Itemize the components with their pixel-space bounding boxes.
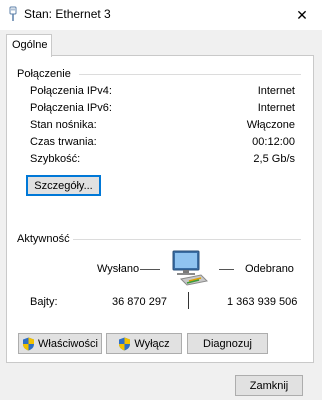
properties-button-label: Właściwości bbox=[38, 337, 98, 350]
close-button-label: Zamknij bbox=[249, 379, 289, 392]
network-cable-icon bbox=[9, 6, 17, 21]
activity-group-title: Aktywność bbox=[17, 233, 70, 245]
tab-strip: Ogólne bbox=[0, 30, 322, 57]
bytes-label: Bajty: bbox=[30, 296, 58, 308]
properties-button[interactable]: Właściwości bbox=[18, 333, 102, 354]
media-state-value: Włączone bbox=[246, 119, 295, 131]
tab-general[interactable]: Ogólne bbox=[6, 34, 52, 57]
activity-group-line bbox=[73, 239, 301, 240]
status-window: Stan: Ethernet 3 ✕ Ogólne Połączenie Poł… bbox=[0, 0, 322, 400]
tab-general-label: Ogólne bbox=[12, 39, 48, 51]
tab-panel: Połączenie Połączenia IPv4: Internet Poł… bbox=[6, 55, 314, 363]
connection-group-title: Połączenie bbox=[17, 68, 71, 80]
sent-label: Wysłano bbox=[97, 263, 140, 275]
speed-value: 2,5 Gb/s bbox=[253, 153, 295, 165]
received-label: Odebrano bbox=[245, 263, 294, 275]
close-icon: ✕ bbox=[296, 6, 308, 23]
title-bar: Stan: Ethernet 3 ✕ bbox=[0, 0, 322, 30]
disable-button-label: Wyłącz bbox=[134, 337, 170, 350]
details-button[interactable]: Szczegóły... bbox=[26, 175, 101, 196]
sent-line bbox=[140, 269, 160, 270]
duration-label: Czas trwania: bbox=[30, 136, 97, 148]
received-line bbox=[219, 269, 234, 270]
close-window-button[interactable]: ✕ bbox=[282, 0, 322, 30]
network-activity-icon bbox=[172, 250, 209, 286]
media-state-label: Stan nośnika: bbox=[30, 119, 97, 131]
uac-shield-icon bbox=[119, 337, 131, 350]
disable-button[interactable]: Wyłącz bbox=[106, 333, 182, 354]
close-button[interactable]: Zamknij bbox=[235, 375, 303, 396]
details-button-label: Szczegóły... bbox=[34, 179, 93, 192]
activity-divider bbox=[188, 292, 189, 309]
ipv4-value: Internet bbox=[257, 85, 295, 97]
bytes-received-value: 1 363 939 506 bbox=[227, 296, 298, 308]
ipv4-label: Połączenia IPv4: bbox=[30, 85, 112, 97]
bytes-sent-value: 36 870 297 bbox=[112, 296, 168, 308]
uac-shield-icon bbox=[23, 337, 35, 350]
diagnose-button-label: Diagnozuj bbox=[203, 337, 252, 350]
speed-label: Szybkość: bbox=[30, 153, 81, 165]
window-title: Stan: Ethernet 3 bbox=[24, 7, 111, 21]
duration-value: 00:12:00 bbox=[252, 136, 295, 148]
diagnose-button[interactable]: Diagnozuj bbox=[187, 333, 268, 354]
ipv6-label: Połączenia IPv6: bbox=[30, 102, 112, 114]
ipv6-value: Internet bbox=[257, 102, 295, 114]
connection-group-line bbox=[79, 74, 301, 75]
